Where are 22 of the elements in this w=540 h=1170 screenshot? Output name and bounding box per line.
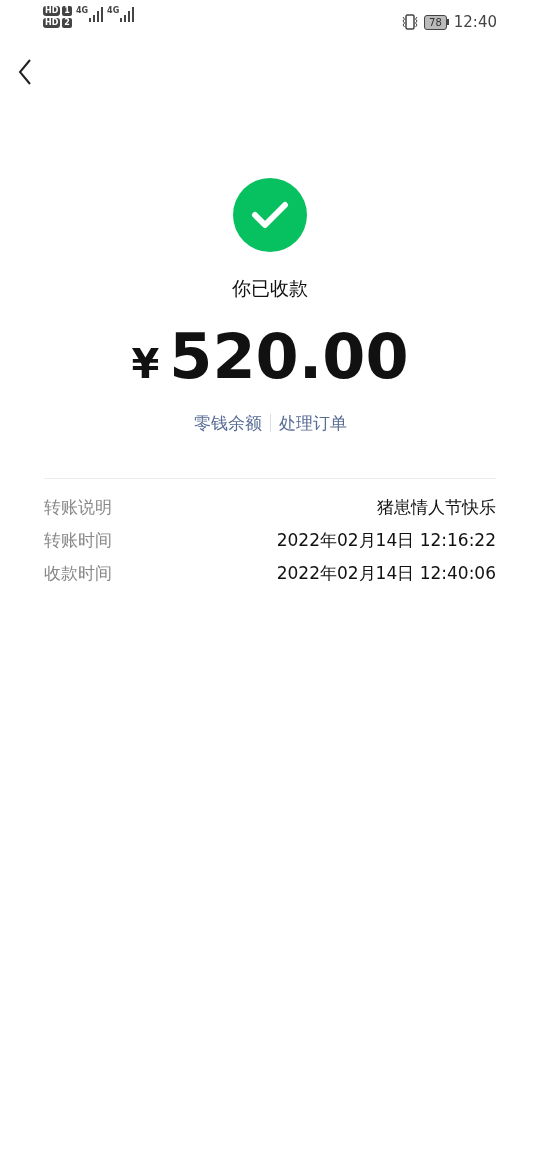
sim-badge: HD: [43, 6, 61, 16]
sim-slot: 1: [62, 6, 72, 16]
signal-icon: [120, 6, 135, 22]
detail-value: 猪崽情人节快乐: [377, 496, 496, 520]
link[interactable]: 零钱余额: [193, 410, 262, 436]
detail-label: 转账时间: [44, 529, 112, 553]
amount: ¥ 520.00: [131, 318, 409, 395]
status-title: 你已收款: [232, 276, 308, 301]
battery-indicator: 78: [424, 14, 449, 30]
signal-icon: [89, 6, 104, 22]
network-type: 4G: [75, 6, 89, 16]
vibrate-icon: [401, 14, 420, 31]
clock-time: 12:40: [453, 12, 497, 33]
detail-value: 2022年02月14日 12:16:22: [276, 529, 496, 553]
sim-slot: 2: [62, 18, 72, 28]
detail-value: 2022年02月14日 12:40:06: [276, 562, 496, 586]
sim-badge: HD: [43, 18, 61, 28]
network-type: 4G: [107, 6, 120, 16]
detail-label: 转账说明: [44, 496, 112, 520]
detail-label: 收款时间: [44, 562, 112, 586]
link[interactable]: 处理订单: [278, 410, 347, 436]
success-check-icon: [233, 178, 307, 252]
